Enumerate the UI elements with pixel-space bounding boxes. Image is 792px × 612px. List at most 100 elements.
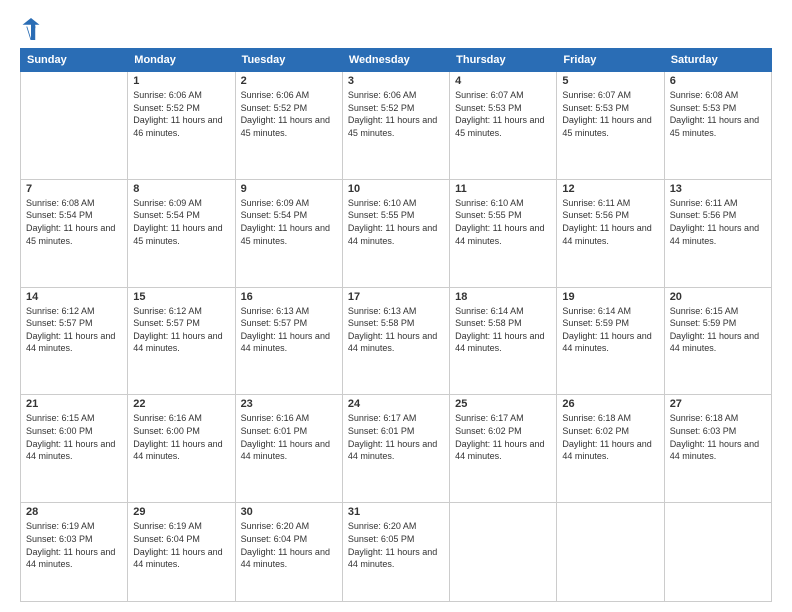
day-info: Sunrise: 6:06 AMSunset: 5:52 PMDaylight:…: [241, 89, 337, 139]
day-number: 17: [348, 291, 444, 303]
calendar-cell: 25 Sunrise: 6:17 AMSunset: 6:02 PMDayligh…: [450, 395, 557, 503]
day-number: 12: [562, 183, 658, 195]
calendar-cell: 8 Sunrise: 6:09 AMSunset: 5:54 PMDaylight…: [128, 179, 235, 287]
day-info: Sunrise: 6:14 AMSunset: 5:59 PMDaylight:…: [562, 305, 658, 355]
day-number: 7: [26, 183, 122, 195]
day-info: Sunrise: 6:16 AMSunset: 6:01 PMDaylight:…: [241, 412, 337, 462]
day-number: 8: [133, 183, 229, 195]
calendar-cell: 12 Sunrise: 6:11 AMSunset: 5:56 PMDayligh…: [557, 179, 664, 287]
weekday-header-saturday: Saturday: [664, 49, 771, 72]
day-info: Sunrise: 6:11 AMSunset: 5:56 PMDaylight:…: [670, 197, 766, 247]
day-number: 22: [133, 398, 229, 410]
calendar-cell: 14 Sunrise: 6:12 AMSunset: 5:57 PMDayligh…: [21, 287, 128, 395]
week-row-4: 21Sunrise: 6:15 AMSunset: 6:00 PMDayligh…: [21, 395, 772, 503]
calendar-cell: 31 Sunrise: 6:20 AMSunset: 6:05 PMDayligh…: [342, 503, 449, 602]
day-info: Sunrise: 6:19 AMSunset: 6:04 PMDaylight:…: [133, 520, 229, 570]
calendar-cell: [450, 503, 557, 602]
day-number: 6: [670, 75, 766, 87]
calendar-cell: 23Sunrise: 6:16 AMSunset: 6:01 PMDayligh…: [235, 395, 342, 503]
calendar-cell: 27Sunrise: 6:18 AMSunset: 6:03 PMDayligh…: [664, 395, 771, 503]
day-info: Sunrise: 6:12 AMSunset: 5:57 PMDaylight:…: [133, 305, 229, 355]
calendar-cell: 20 Sunrise: 6:15 AMSunset: 5:59 PMDayligh…: [664, 287, 771, 395]
day-info: Sunrise: 6:09 AMSunset: 5:54 PMDaylight:…: [133, 197, 229, 247]
calendar-cell: 22 Sunrise: 6:16 AMSunset: 6:00 PMDayligh…: [128, 395, 235, 503]
day-number: 24: [348, 398, 444, 410]
day-info: Sunrise: 6:17 AMSunset: 6:02 PMDaylight:…: [455, 412, 551, 462]
week-row-3: 14 Sunrise: 6:12 AMSunset: 5:57 PMDayligh…: [21, 287, 772, 395]
day-info: Sunrise: 6:07 AMSunset: 5:53 PMDaylight:…: [562, 89, 658, 139]
day-info: Sunrise: 6:13 AMSunset: 5:57 PMDaylight:…: [241, 305, 337, 355]
week-row-1: 1 Sunrise: 6:06 AMSunset: 5:52 PMDaylight…: [21, 72, 772, 180]
day-number: 2: [241, 75, 337, 87]
day-info: Sunrise: 6:08 AMSunset: 5:54 PMDaylight:…: [26, 197, 122, 247]
day-number: 9: [241, 183, 337, 195]
calendar-cell: [664, 503, 771, 602]
day-number: 10: [348, 183, 444, 195]
calendar-cell: 10Sunrise: 6:10 AMSunset: 5:55 PMDayligh…: [342, 179, 449, 287]
calendar-cell: 3 Sunrise: 6:06 AMSunset: 5:52 PMDaylight…: [342, 72, 449, 180]
day-info: Sunrise: 6:20 AMSunset: 6:04 PMDaylight:…: [241, 520, 337, 570]
weekday-header-sunday: Sunday: [21, 49, 128, 72]
calendar-cell: 19 Sunrise: 6:14 AMSunset: 5:59 PMDayligh…: [557, 287, 664, 395]
day-info: Sunrise: 6:15 AMSunset: 6:00 PMDaylight:…: [26, 412, 122, 462]
day-number: 11: [455, 183, 551, 195]
day-number: 13: [670, 183, 766, 195]
day-info: Sunrise: 6:17 AMSunset: 6:01 PMDaylight:…: [348, 412, 444, 462]
day-number: 26: [562, 398, 658, 410]
day-number: 27: [670, 398, 766, 410]
day-number: 14: [26, 291, 122, 303]
day-info: Sunrise: 6:09 AMSunset: 5:54 PMDaylight:…: [241, 197, 337, 247]
day-number: 19: [562, 291, 658, 303]
day-number: 1: [133, 75, 229, 87]
day-number: 31: [348, 506, 444, 518]
calendar-cell: 26Sunrise: 6:18 AMSunset: 6:02 PMDayligh…: [557, 395, 664, 503]
calendar-cell: 11 Sunrise: 6:10 AMSunset: 5:55 PMDayligh…: [450, 179, 557, 287]
day-info: Sunrise: 6:20 AMSunset: 6:05 PMDaylight:…: [348, 520, 444, 570]
day-number: 3: [348, 75, 444, 87]
calendar-cell: 15 Sunrise: 6:12 AMSunset: 5:57 PMDayligh…: [128, 287, 235, 395]
calendar-cell: 9 Sunrise: 6:09 AMSunset: 5:54 PMDaylight…: [235, 179, 342, 287]
header: [20, 18, 772, 40]
day-number: 29: [133, 506, 229, 518]
calendar-cell: 18Sunrise: 6:14 AMSunset: 5:58 PMDayligh…: [450, 287, 557, 395]
calendar-cell: 5 Sunrise: 6:07 AMSunset: 5:53 PMDaylight…: [557, 72, 664, 180]
day-info: Sunrise: 6:08 AMSunset: 5:53 PMDaylight:…: [670, 89, 766, 139]
day-number: 4: [455, 75, 551, 87]
logo-icon: [22, 18, 40, 40]
calendar-cell: 1 Sunrise: 6:06 AMSunset: 5:52 PMDaylight…: [128, 72, 235, 180]
calendar-cell: 13 Sunrise: 6:11 AMSunset: 5:56 PMDayligh…: [664, 179, 771, 287]
weekday-header-thursday: Thursday: [450, 49, 557, 72]
day-info: Sunrise: 6:07 AMSunset: 5:53 PMDaylight:…: [455, 89, 551, 139]
day-info: Sunrise: 6:11 AMSunset: 5:56 PMDaylight:…: [562, 197, 658, 247]
weekday-header-row: SundayMondayTuesdayWednesdayThursdayFrid…: [21, 49, 772, 72]
calendar-cell: 2 Sunrise: 6:06 AMSunset: 5:52 PMDaylight…: [235, 72, 342, 180]
day-number: 5: [562, 75, 658, 87]
calendar-cell: [21, 72, 128, 180]
day-number: 28: [26, 506, 122, 518]
calendar-cell: 21Sunrise: 6:15 AMSunset: 6:00 PMDayligh…: [21, 395, 128, 503]
weekday-header-wednesday: Wednesday: [342, 49, 449, 72]
day-info: Sunrise: 6:06 AMSunset: 5:52 PMDaylight:…: [133, 89, 229, 139]
calendar-cell: 16Sunrise: 6:13 AMSunset: 5:57 PMDayligh…: [235, 287, 342, 395]
calendar-cell: 17 Sunrise: 6:13 AMSunset: 5:58 PMDayligh…: [342, 287, 449, 395]
week-row-5: 28 Sunrise: 6:19 AMSunset: 6:03 PMDayligh…: [21, 503, 772, 602]
day-info: Sunrise: 6:16 AMSunset: 6:00 PMDaylight:…: [133, 412, 229, 462]
day-info: Sunrise: 6:13 AMSunset: 5:58 PMDaylight:…: [348, 305, 444, 355]
calendar-cell: [557, 503, 664, 602]
day-info: Sunrise: 6:10 AMSunset: 5:55 PMDaylight:…: [455, 197, 551, 247]
day-info: Sunrise: 6:12 AMSunset: 5:57 PMDaylight:…: [26, 305, 122, 355]
calendar-cell: 24 Sunrise: 6:17 AMSunset: 6:01 PMDayligh…: [342, 395, 449, 503]
day-number: 15: [133, 291, 229, 303]
weekday-header-friday: Friday: [557, 49, 664, 72]
calendar-cell: 29 Sunrise: 6:19 AMSunset: 6:04 PMDayligh…: [128, 503, 235, 602]
logo: [20, 18, 42, 40]
day-number: 25: [455, 398, 551, 410]
day-number: 30: [241, 506, 337, 518]
weekday-header-tuesday: Tuesday: [235, 49, 342, 72]
day-info: Sunrise: 6:06 AMSunset: 5:52 PMDaylight:…: [348, 89, 444, 139]
day-info: Sunrise: 6:15 AMSunset: 5:59 PMDaylight:…: [670, 305, 766, 355]
day-info: Sunrise: 6:19 AMSunset: 6:03 PMDaylight:…: [26, 520, 122, 570]
day-number: 20: [670, 291, 766, 303]
week-row-2: 7 Sunrise: 6:08 AMSunset: 5:54 PMDaylight…: [21, 179, 772, 287]
calendar-table: SundayMondayTuesdayWednesdayThursdayFrid…: [20, 48, 772, 602]
